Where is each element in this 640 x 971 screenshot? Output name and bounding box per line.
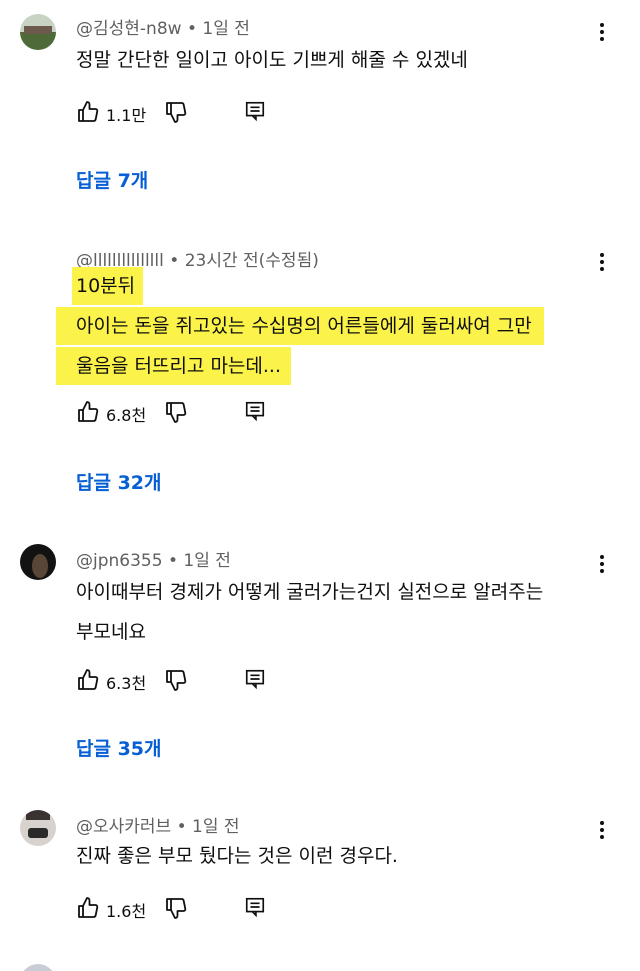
comment-text: 정말 간단한 일이고 아이도 기쁘게 해줄 수 있겠네 <box>76 40 468 80</box>
view-replies-button[interactable]: 답글 7개 <box>76 166 148 193</box>
thumbs-up-icon[interactable] <box>76 100 100 124</box>
view-replies-button[interactable]: 답글 32개 <box>76 468 162 495</box>
more-vert-icon[interactable] <box>592 552 612 578</box>
avatar[interactable] <box>20 14 56 50</box>
thumbs-down-icon[interactable] <box>164 100 188 124</box>
like-count: 1.6천 <box>106 902 147 921</box>
like-count: 1.1만 <box>106 106 147 125</box>
comment-meta: @오사카러브 • 1일 전 <box>76 817 240 837</box>
avatar-image <box>20 544 56 580</box>
reply-icon[interactable] <box>244 400 266 422</box>
comment-actions: 6.8천 <box>76 398 336 428</box>
thumbs-up-icon[interactable] <box>76 668 100 692</box>
view-replies-button[interactable]: 답글 35개 <box>76 734 162 761</box>
avatar-image <box>20 810 56 846</box>
comment-text: 진짜 좋은 부모 뒀다는 것은 이런 경우다. <box>76 836 398 876</box>
comment-actions: 1.1만 <box>76 98 336 128</box>
more-vert-icon[interactable] <box>592 818 612 844</box>
author-name[interactable]: @김성현-n8w <box>76 19 182 39</box>
thumbs-down-icon[interactable] <box>164 668 188 692</box>
thumbs-down-icon[interactable] <box>164 896 188 920</box>
reply-icon[interactable] <box>244 100 266 122</box>
comment-meta: @김성현-n8w • 1일 전 <box>76 19 250 39</box>
comment-line: 아이는 돈을 쥐고있는 수십명의 어른들에게 둘러싸여 그만 <box>56 307 544 345</box>
reply-icon[interactable] <box>244 896 266 918</box>
like-count: 6.3천 <box>106 674 147 693</box>
author-name[interactable]: @오사카러브 <box>76 817 171 837</box>
comment-text: 10분뒤 아이는 돈을 쥐고있는 수십명의 어른들에게 둘러싸여 그만 울음을 … <box>56 266 544 386</box>
more-vert-icon[interactable] <box>592 20 612 46</box>
comment-line: 부모네요 <box>76 621 146 643</box>
comment-meta: @jpn6355 • 1일 전 <box>76 551 231 571</box>
comment-line: 진짜 좋은 부모 뒀다는 것은 이런 경우다. <box>76 845 398 867</box>
avatar[interactable] <box>20 810 56 846</box>
comment-line: 10분뒤 <box>72 267 144 305</box>
avatar[interactable] <box>20 544 56 580</box>
author-name[interactable]: @jpn6355 <box>76 551 163 571</box>
thumbs-down-icon[interactable] <box>164 400 188 424</box>
comment-line: 울음을 터뜨리고 마는데... <box>56 347 291 385</box>
thumbs-up-icon[interactable] <box>76 896 100 920</box>
comment-actions: 6.3천 <box>76 666 336 696</box>
comment-text: 아이때부터 경제가 어떻게 굴러가는건지 실전으로 알려주는 부모네요 <box>76 572 543 652</box>
timestamp: 1일 전 <box>192 817 240 837</box>
timestamp: 1일 전 <box>202 19 250 39</box>
thumbs-up-icon[interactable] <box>76 400 100 424</box>
like-count: 6.8천 <box>106 406 147 425</box>
comment-line: 정말 간단한 일이고 아이도 기쁘게 해줄 수 있겠네 <box>76 49 468 71</box>
comment-actions: 1.6천 <box>76 894 336 924</box>
comment-line: 아이때부터 경제가 어떻게 굴러가는건지 실전으로 알려주는 <box>76 581 544 603</box>
timestamp: 1일 전 <box>183 551 231 571</box>
avatar-image <box>20 14 56 50</box>
more-vert-icon[interactable] <box>592 250 612 276</box>
reply-icon[interactable] <box>244 668 266 690</box>
avatar[interactable] <box>20 964 56 971</box>
